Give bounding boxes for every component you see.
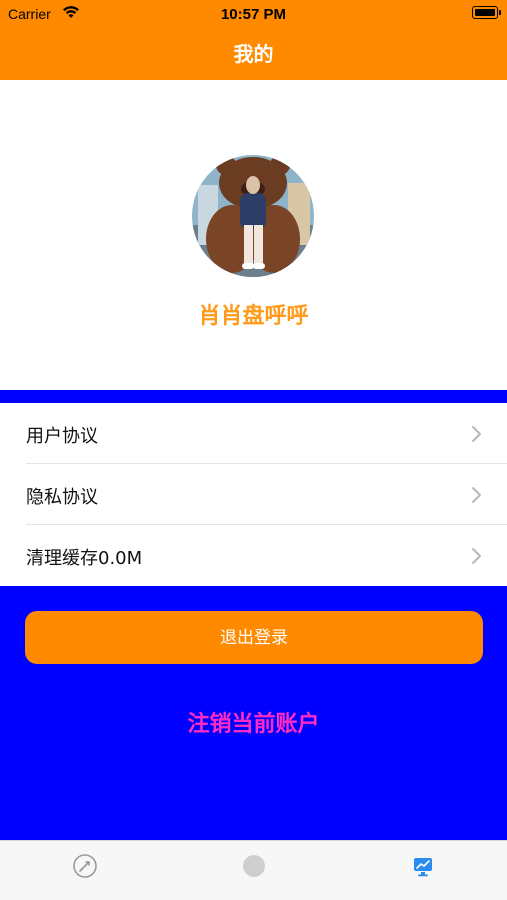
avatar[interactable] bbox=[192, 155, 314, 277]
tab-bar bbox=[0, 840, 507, 900]
avatar-photo-icon bbox=[192, 155, 314, 277]
rocket-icon[interactable] bbox=[72, 853, 98, 879]
list-item-label: 用户协议 bbox=[26, 426, 98, 447]
settings-list: 用户协议 隐私协议 清理缓存0.0M bbox=[0, 403, 507, 586]
status-bar: Carrier 10:57 PM bbox=[0, 0, 507, 28]
profile-panel: 肖肖盘呼呼 bbox=[0, 80, 507, 390]
page-title: 我的 bbox=[233, 42, 274, 66]
status-time: 10:57 PM bbox=[220, 6, 287, 23]
list-item-user-agreement[interactable]: 用户协议 bbox=[0, 403, 507, 464]
chevron-right-icon bbox=[472, 487, 481, 503]
chevron-right-icon bbox=[472, 426, 481, 442]
list-item-privacy-policy[interactable]: 隐私协议 bbox=[0, 464, 507, 525]
nav-bar: Carrier 10:57 PM 我的 bbox=[0, 0, 507, 80]
chevron-right-icon bbox=[472, 548, 481, 564]
list-item-label: 清理缓存0.0M bbox=[26, 548, 143, 569]
battery-icon bbox=[472, 6, 501, 19]
chart-monitor-icon[interactable] bbox=[410, 853, 436, 879]
list-item-clear-cache[interactable]: 清理缓存0.0M bbox=[0, 525, 507, 586]
list-item-label: 隐私协议 bbox=[26, 487, 98, 508]
screen: Carrier 10:57 PM 我的 肖肖盘呼呼 用户协议 隐私协议 清理缓存… bbox=[0, 0, 507, 900]
circle-icon[interactable] bbox=[241, 853, 267, 879]
username: 肖肖盘呼呼 bbox=[198, 304, 309, 329]
delete-account-link[interactable]: 注销当前账户 bbox=[0, 706, 507, 738]
logout-button[interactable]: 退出登录 bbox=[25, 611, 483, 664]
